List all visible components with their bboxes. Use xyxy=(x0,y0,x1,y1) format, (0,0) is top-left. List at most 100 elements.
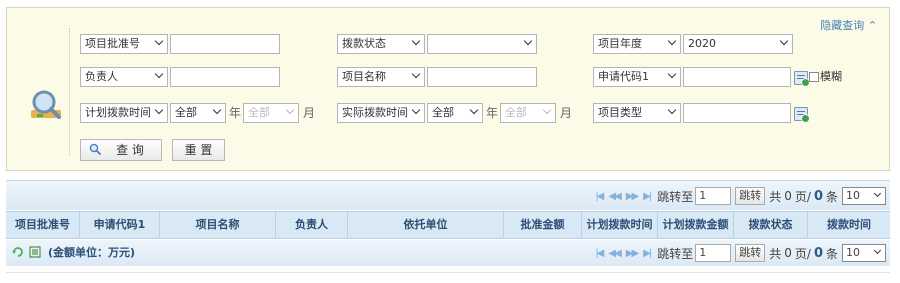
row3-field2-select[interactable]: 实际拨款时间 xyxy=(337,103,425,123)
actual-month-select-label: 全部 xyxy=(505,106,527,119)
fuzzy-label: 模糊 xyxy=(820,70,842,83)
total-prefix: 共 xyxy=(769,246,782,261)
calendar-icon[interactable] xyxy=(794,71,810,87)
pages-suffix: 页/ xyxy=(794,246,811,261)
chevron-down-icon xyxy=(411,36,421,46)
row1-field3-select-label: 项目年度 xyxy=(598,37,642,50)
chevron-down-icon xyxy=(667,105,677,115)
plan-year-select[interactable]: 全部 xyxy=(170,103,226,123)
col-header[interactable]: 申请代码1 xyxy=(80,212,160,238)
col-header[interactable]: 项目批准号 xyxy=(6,212,80,238)
total-prefix: 共 xyxy=(769,189,782,204)
page-size-select[interactable]: 10 xyxy=(842,187,886,205)
prev-page-icon[interactable]: ◀◀ xyxy=(608,248,621,259)
bottom-divider xyxy=(6,272,890,273)
goto-label: 跳转至 xyxy=(657,246,694,261)
goto-button[interactable]: 跳转 xyxy=(735,244,766,262)
row3-field3-select-label: 项目类型 xyxy=(598,106,642,119)
chevron-down-icon xyxy=(779,36,789,46)
hide-search-link[interactable]: 隐藏查询 ⌃ xyxy=(820,17,877,33)
actual-month-unit: 月 xyxy=(560,106,573,120)
row1-field2-value-select[interactable] xyxy=(427,34,537,54)
row2-field3-select-label: 申请代码1 xyxy=(598,70,649,83)
next-page-icon[interactable]: ▶▶ xyxy=(626,191,639,202)
records-suffix: 条 xyxy=(825,189,838,204)
apply-code-input[interactable] xyxy=(683,67,791,87)
last-page-icon[interactable]: ▶| xyxy=(643,248,652,259)
reset-button[interactable]: 重 置 xyxy=(172,139,225,161)
panel-divider xyxy=(69,28,70,156)
chevron-down-icon xyxy=(212,105,222,115)
row2-field2-select[interactable]: 项目名称 xyxy=(337,67,425,87)
row2-field2-input[interactable] xyxy=(427,67,537,87)
row1-field3-select[interactable]: 项目年度 xyxy=(593,34,681,54)
chevron-down-icon xyxy=(411,105,421,115)
row2-field1-select-label: 负责人 xyxy=(85,70,118,83)
plan-month-select[interactable]: 全部 xyxy=(243,103,299,123)
chevron-down-icon xyxy=(154,105,164,115)
records-suffix: 条 xyxy=(825,246,838,261)
plan-year-unit: 年 xyxy=(229,106,242,120)
goto-page-input[interactable]: 1 xyxy=(695,187,732,205)
year-select[interactable]: 2020 xyxy=(683,34,793,54)
chevron-down-icon xyxy=(873,246,882,255)
goto-page-input[interactable]: 1 xyxy=(695,244,732,262)
search-magnifier-icon xyxy=(31,90,61,119)
search-panel: 隐藏查询 ⌃ 项目批准号 拨款状态 项目年度 2020 负责人 项目名称 申请代… xyxy=(6,7,890,171)
first-page-icon[interactable]: |◀ xyxy=(595,248,604,259)
col-header[interactable]: 负责人 xyxy=(276,212,348,238)
chevron-down-icon xyxy=(523,36,533,46)
col-header[interactable]: 批准金额 xyxy=(504,212,582,238)
row1-field1-select[interactable]: 项目批准号 xyxy=(80,34,168,54)
actual-year-select[interactable]: 全部 xyxy=(427,103,483,123)
row3-field3-select[interactable]: 项目类型 xyxy=(593,103,681,123)
page-size-label: 10 xyxy=(846,246,860,259)
row3-field1-select[interactable]: 计划拨款时间 xyxy=(80,103,168,123)
year-select-label: 2020 xyxy=(688,37,716,50)
reset-button-label: 重 置 xyxy=(184,143,213,157)
col-header[interactable]: 拨款时间 xyxy=(808,212,890,238)
col-header[interactable]: 计划拨款金额 xyxy=(658,212,734,238)
chevron-down-icon xyxy=(285,105,295,115)
footer-tools: (金额单位：万元) xyxy=(12,244,135,260)
col-header[interactable]: 依托单位 xyxy=(348,212,504,238)
col-header[interactable]: 拨款状态 xyxy=(734,212,808,238)
row1-field1-input[interactable] xyxy=(170,34,280,54)
col-header[interactable]: 计划拨款时间 xyxy=(582,212,658,238)
total-records: 0 xyxy=(813,188,823,204)
table-header: 项目批准号 申请代码1 项目名称 负责人 依托单位 批准金额 计划拨款时间 计划… xyxy=(6,211,890,239)
first-page-icon[interactable]: |◀ xyxy=(595,191,604,202)
chevron-down-icon xyxy=(873,189,882,198)
row1-field2-select[interactable]: 拨款状态 xyxy=(337,34,425,54)
query-button[interactable]: 查 询 xyxy=(80,139,162,161)
goto-button[interactable]: 跳转 xyxy=(735,187,766,205)
row2-field2-select-label: 项目名称 xyxy=(342,70,386,83)
fuzzy-checkbox[interactable] xyxy=(809,72,819,82)
total-pages: 0 xyxy=(784,189,792,203)
actual-year-unit: 年 xyxy=(486,106,499,120)
row2-field1-input[interactable] xyxy=(170,67,280,87)
calendar-icon[interactable] xyxy=(794,107,810,123)
col-header[interactable]: 项目名称 xyxy=(160,212,276,238)
row2-field3-select[interactable]: 申请代码1 xyxy=(593,67,681,87)
actual-month-select[interactable]: 全部 xyxy=(500,103,556,123)
row1-field1-select-label: 项目批准号 xyxy=(85,37,140,50)
last-page-icon[interactable]: ▶| xyxy=(643,191,652,202)
refresh-icon[interactable] xyxy=(12,246,24,258)
next-page-icon[interactable]: ▶▶ xyxy=(626,248,639,259)
row3-field2-select-label: 实际拨款时间 xyxy=(342,106,408,119)
project-type-input[interactable] xyxy=(683,103,791,123)
top-pager-bar: |◀ ◀◀ ▶▶ ▶| 跳转至 1 跳转 共 0 页/ 0 条 10 xyxy=(6,180,890,210)
amount-unit-note: (金额单位：万元) xyxy=(48,246,136,259)
actual-year-select-label: 全部 xyxy=(432,106,454,119)
row2-field1-select[interactable]: 负责人 xyxy=(80,67,168,87)
prev-page-icon[interactable]: ◀◀ xyxy=(608,191,621,202)
total-records: 0 xyxy=(813,245,823,261)
row1-field2-select-label: 拨款状态 xyxy=(342,37,386,50)
export-excel-icon[interactable] xyxy=(29,246,41,258)
pages-suffix: 页/ xyxy=(794,189,811,204)
search-icon xyxy=(89,143,101,155)
chevron-down-icon xyxy=(154,36,164,46)
page-size-label: 10 xyxy=(846,189,860,202)
page-size-select[interactable]: 10 xyxy=(842,244,886,262)
